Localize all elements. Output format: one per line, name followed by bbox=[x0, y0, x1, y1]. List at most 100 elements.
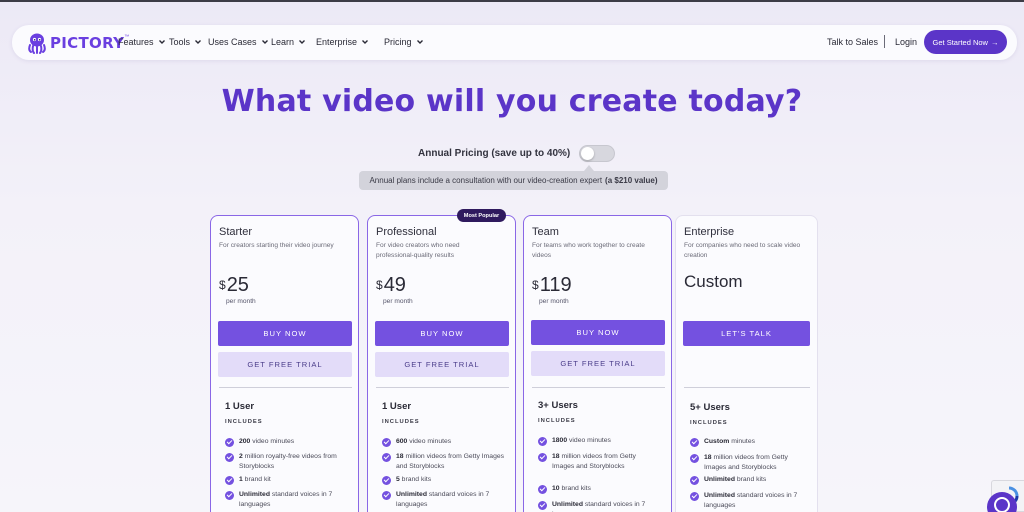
arrow-right-icon: → bbox=[990, 37, 999, 47]
chat-bubble-icon bbox=[994, 497, 1010, 512]
plan-users: 3+ Users bbox=[538, 400, 578, 411]
feature-rest: million videos from Getty Images and Sto… bbox=[396, 453, 505, 470]
brand-name: PICTORY bbox=[50, 34, 125, 52]
nav-enterprise[interactable]: Enterprise bbox=[316, 37, 369, 47]
chevron-down-icon bbox=[416, 40, 423, 44]
feature-item: Unlimited standard voices in 7 languages bbox=[225, 490, 351, 510]
nav-tools[interactable]: Tools bbox=[169, 37, 202, 47]
chat-widget-button[interactable] bbox=[987, 492, 1017, 512]
check-circle-icon bbox=[690, 491, 699, 501]
buy-now-button[interactable]: BUY NOW bbox=[375, 321, 509, 346]
free-trial-button[interactable]: GET FREE TRIAL bbox=[218, 352, 352, 377]
feature-item: 18 million videos from Getty Images and … bbox=[538, 452, 647, 472]
nav-features-label: Features bbox=[118, 37, 154, 47]
annual-pricing-toggle[interactable] bbox=[579, 145, 616, 162]
top-nav-bar: PICTORY ™ Features Tools Uses Cases Lear… bbox=[12, 25, 1017, 60]
feature-item: 18 million videos from Getty Images and … bbox=[382, 452, 508, 472]
feature-item: Unlimited standard voices in 7 languages bbox=[690, 491, 809, 511]
feature-item: 18 million videos from Getty Images and … bbox=[690, 453, 809, 473]
check-circle-icon bbox=[538, 484, 547, 494]
talk-to-sales-link[interactable]: Talk to Sales bbox=[827, 37, 878, 47]
plan-name: Team bbox=[532, 226, 559, 238]
plan-name: Starter bbox=[219, 226, 253, 238]
tooltip-text: Annual plans include a consultation with… bbox=[369, 176, 603, 185]
nav-pricing[interactable]: Pricing bbox=[384, 37, 424, 47]
toggle-knob bbox=[581, 147, 595, 160]
nav-enterprise-label: Enterprise bbox=[316, 37, 358, 47]
lets-talk-button[interactable]: LET'S TALK bbox=[683, 321, 810, 346]
includes-heading: INCLUDES bbox=[690, 420, 728, 426]
plan-users: 1 User bbox=[382, 401, 412, 412]
get-started-label: Get Started Now bbox=[932, 37, 988, 47]
feature-rest: video minutes bbox=[569, 437, 611, 444]
plan-description: For companies who need to scale video cr… bbox=[684, 242, 801, 259]
feature-text: 18 million videos from Getty Images and … bbox=[552, 452, 647, 472]
feature-text: 1 brand kit bbox=[239, 475, 351, 485]
chevron-down-icon bbox=[261, 40, 268, 44]
free-trial-button[interactable]: GET FREE TRIAL bbox=[531, 351, 665, 376]
nav-features[interactable]: Features bbox=[118, 37, 166, 47]
feature-bold: 1 bbox=[239, 476, 243, 483]
nav-learn[interactable]: Learn bbox=[271, 37, 306, 47]
feature-bold: 1800 bbox=[552, 437, 568, 444]
feature-bold: Unlimited bbox=[704, 476, 735, 483]
feature-rest: brand kits bbox=[561, 485, 591, 492]
feature-text: 18 million videos from Getty Images and … bbox=[396, 452, 508, 472]
price-value: 49 bbox=[383, 274, 406, 296]
feature-text: 2 million royalty-free videos from Story… bbox=[239, 452, 351, 472]
feature-item: Unlimited standard voices in 7 languages bbox=[538, 500, 664, 512]
plan-users: 5+ Users bbox=[690, 402, 730, 413]
page-title: What video will you create today? bbox=[221, 84, 803, 119]
check-circle-icon bbox=[382, 437, 391, 447]
feature-rest: video minutes bbox=[252, 438, 295, 445]
login-link[interactable]: Login bbox=[895, 37, 917, 47]
feature-item: 1 brand kit bbox=[225, 475, 351, 485]
nav-use-cases[interactable]: Uses Cases bbox=[208, 37, 269, 47]
annual-pricing-row: Annual Pricing (save up to 40%) bbox=[418, 145, 616, 162]
check-circle-icon bbox=[225, 475, 234, 485]
feature-item: 1800 video minutes bbox=[538, 436, 664, 446]
get-started-button[interactable]: Get Started Now → bbox=[924, 30, 1007, 54]
annual-plan-tooltip: Annual plans include a consultation with… bbox=[359, 171, 668, 190]
feature-bold: 18 bbox=[704, 454, 712, 461]
currency-symbol: $ bbox=[376, 278, 383, 292]
tooltip-value: (a $210 value) bbox=[605, 176, 658, 185]
check-circle-icon bbox=[382, 475, 391, 485]
plan-price: $25 bbox=[219, 274, 249, 297]
check-circle-icon bbox=[690, 475, 699, 485]
feature-text: 10 brand kits bbox=[552, 484, 664, 494]
feature-bold: 200 bbox=[239, 438, 251, 445]
nav-learn-label: Learn bbox=[271, 37, 295, 47]
feature-text: Unlimited standard voices in 7 languages bbox=[552, 500, 664, 512]
free-trial-button[interactable]: GET FREE TRIAL bbox=[375, 352, 509, 377]
feature-text: Unlimited brand kits bbox=[704, 475, 809, 485]
check-circle-icon bbox=[382, 490, 391, 500]
plan-price: $119 bbox=[532, 274, 572, 297]
window-top-border bbox=[0, 0, 1024, 2]
price-value: 119 bbox=[539, 274, 572, 296]
plan-price: $49 bbox=[376, 274, 406, 297]
chevron-down-icon bbox=[195, 40, 202, 44]
card-divider bbox=[376, 387, 509, 388]
price-period: per month bbox=[539, 298, 569, 305]
feature-bold: 2 bbox=[239, 453, 243, 460]
feature-rest: minutes bbox=[731, 438, 756, 445]
feature-bold: Unlimited bbox=[552, 501, 583, 508]
check-circle-icon bbox=[690, 453, 699, 463]
plan-card-starter: Starter For creators starting their vide… bbox=[210, 215, 359, 512]
most-popular-badge: Most Popular bbox=[457, 209, 506, 222]
plan-card-enterprise: Enterprise For companies who need to sca… bbox=[675, 215, 818, 512]
feature-rest: million videos from Getty Images and Sto… bbox=[704, 454, 788, 471]
chevron-down-icon bbox=[299, 40, 306, 44]
feature-item: Unlimited standard voices in 7 languages bbox=[382, 490, 508, 510]
plan-name: Professional bbox=[376, 226, 437, 238]
buy-now-button[interactable]: BUY NOW bbox=[218, 321, 352, 346]
nav-separator bbox=[884, 35, 885, 48]
check-circle-icon bbox=[225, 452, 234, 462]
feature-text: 18 million videos from Getty Images and … bbox=[704, 453, 809, 473]
plan-card-professional: Professional For video creators who need… bbox=[367, 215, 516, 512]
plan-users: 1 User bbox=[225, 401, 255, 412]
plan-description: For creators starting their video journe… bbox=[219, 242, 334, 249]
buy-now-button[interactable]: BUY NOW bbox=[531, 320, 665, 345]
pictory-logo[interactable]: PICTORY ™ bbox=[26, 31, 129, 55]
